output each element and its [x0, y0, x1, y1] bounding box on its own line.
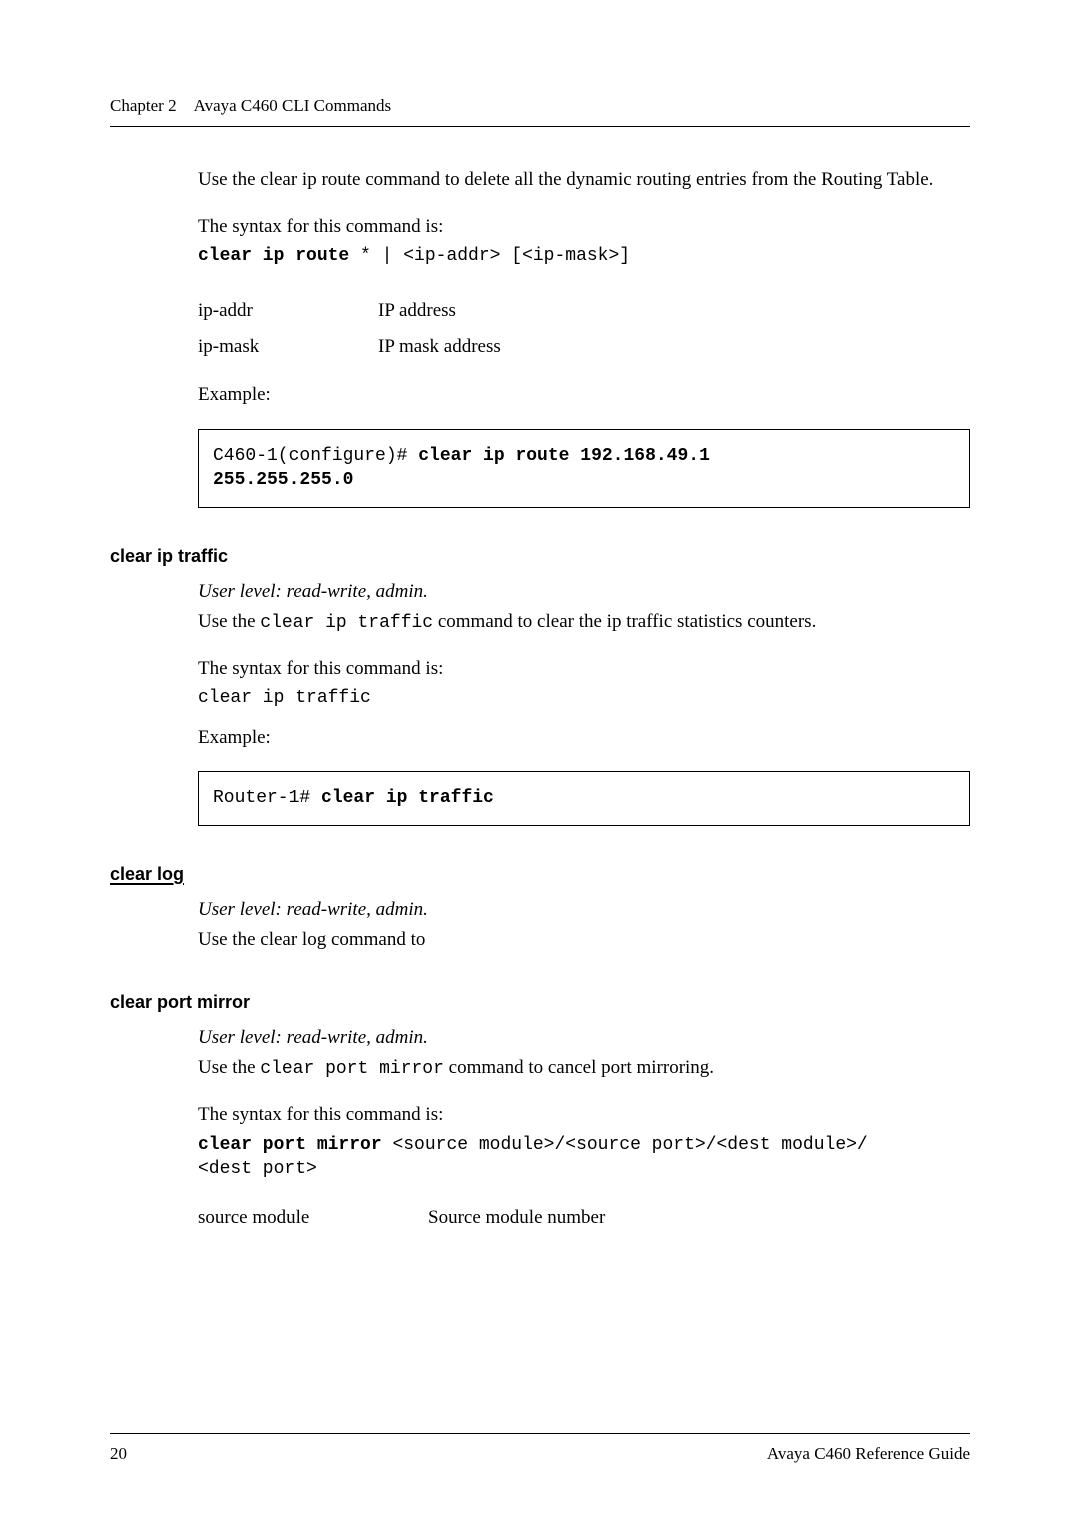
cmd-rest: * | <ip-addr> [<ip-mask>]: [349, 246, 630, 266]
footer-rule: [110, 1433, 970, 1434]
param-name: ip-addr: [198, 300, 378, 322]
syntax-label: The syntax for this command is:: [198, 214, 970, 241]
param-desc: IP address: [378, 300, 970, 322]
param-name: ip-mask: [198, 336, 378, 358]
cmd-rest: <source module>/<source port>/<dest modu…: [382, 1135, 868, 1155]
desc-mono: clear ip traffic: [260, 613, 433, 633]
example-label: Example:: [198, 382, 970, 409]
section-heading-log: clear log: [110, 864, 970, 885]
user-level: User level: read-write, admin.: [198, 1025, 970, 1052]
param-desc: Source module number: [428, 1207, 970, 1229]
header-rule: [110, 126, 970, 127]
desc-post: command to clear the ip traffic statisti…: [433, 611, 816, 632]
param-row: ip-addr IP address: [198, 300, 970, 322]
syntax-command: clear ip traffic: [198, 686, 970, 710]
param-row: source module Source module number: [198, 1207, 970, 1229]
mirror-desc: Use the clear port mirror command to can…: [198, 1055, 970, 1082]
section-heading-mirror: clear port mirror: [110, 992, 970, 1013]
user-level: User level: read-write, admin.: [198, 579, 970, 606]
param-name: source module: [198, 1207, 428, 1229]
syntax-command: clear ip route * | <ip-addr> [<ip-mask>]: [198, 244, 970, 268]
chapter-label: Chapter 2: [110, 96, 177, 115]
desc-post: command to cancel port mirroring.: [444, 1057, 714, 1078]
example-prefix: Router-1#: [213, 788, 321, 808]
syntax-label: The syntax for this command is:: [198, 656, 970, 683]
example-box: C460-1(configure)# clear ip route 192.16…: [198, 429, 970, 508]
footer-title: Avaya C460 Reference Guide: [767, 1444, 970, 1464]
example-bold: clear ip route 192.168.49.1: [418, 446, 710, 466]
cmd-line2: <dest port>: [198, 1159, 317, 1179]
page-footer: 20 Avaya C460 Reference Guide: [110, 1433, 970, 1464]
example-prefix: C460-1(configure)#: [213, 446, 418, 466]
log-desc: Use the clear log command to: [198, 927, 970, 954]
syntax-label: The syntax for this command is:: [198, 1102, 970, 1129]
syntax-command: clear port mirror <source module>/<sourc…: [198, 1133, 970, 1182]
running-head: Chapter 2 Avaya C460 CLI Commands: [110, 96, 970, 116]
user-level: User level: read-write, admin.: [198, 897, 970, 924]
traffic-desc: Use the clear ip traffic command to clea…: [198, 609, 970, 636]
param-row: ip-mask IP mask address: [198, 336, 970, 358]
cmd-bold: clear ip route: [198, 246, 349, 266]
cmd-bold: clear port mirror: [198, 1135, 382, 1155]
param-desc: IP mask address: [378, 336, 970, 358]
example-bold: clear ip traffic: [321, 788, 494, 808]
section-heading-traffic: clear ip traffic: [110, 546, 970, 567]
page-number: 20: [110, 1444, 127, 1464]
example-bold-line2: 255.255.255.0: [213, 470, 353, 490]
intro-paragraph: Use the clear ip route command to delete…: [198, 167, 970, 194]
example-box: Router-1# clear ip traffic: [198, 771, 970, 825]
chapter-title: Avaya C460 CLI Commands: [194, 96, 392, 115]
desc-pre: Use the: [198, 1057, 260, 1078]
desc-pre: Use the: [198, 611, 260, 632]
desc-mono: clear port mirror: [260, 1059, 444, 1079]
example-label: Example:: [198, 725, 970, 752]
